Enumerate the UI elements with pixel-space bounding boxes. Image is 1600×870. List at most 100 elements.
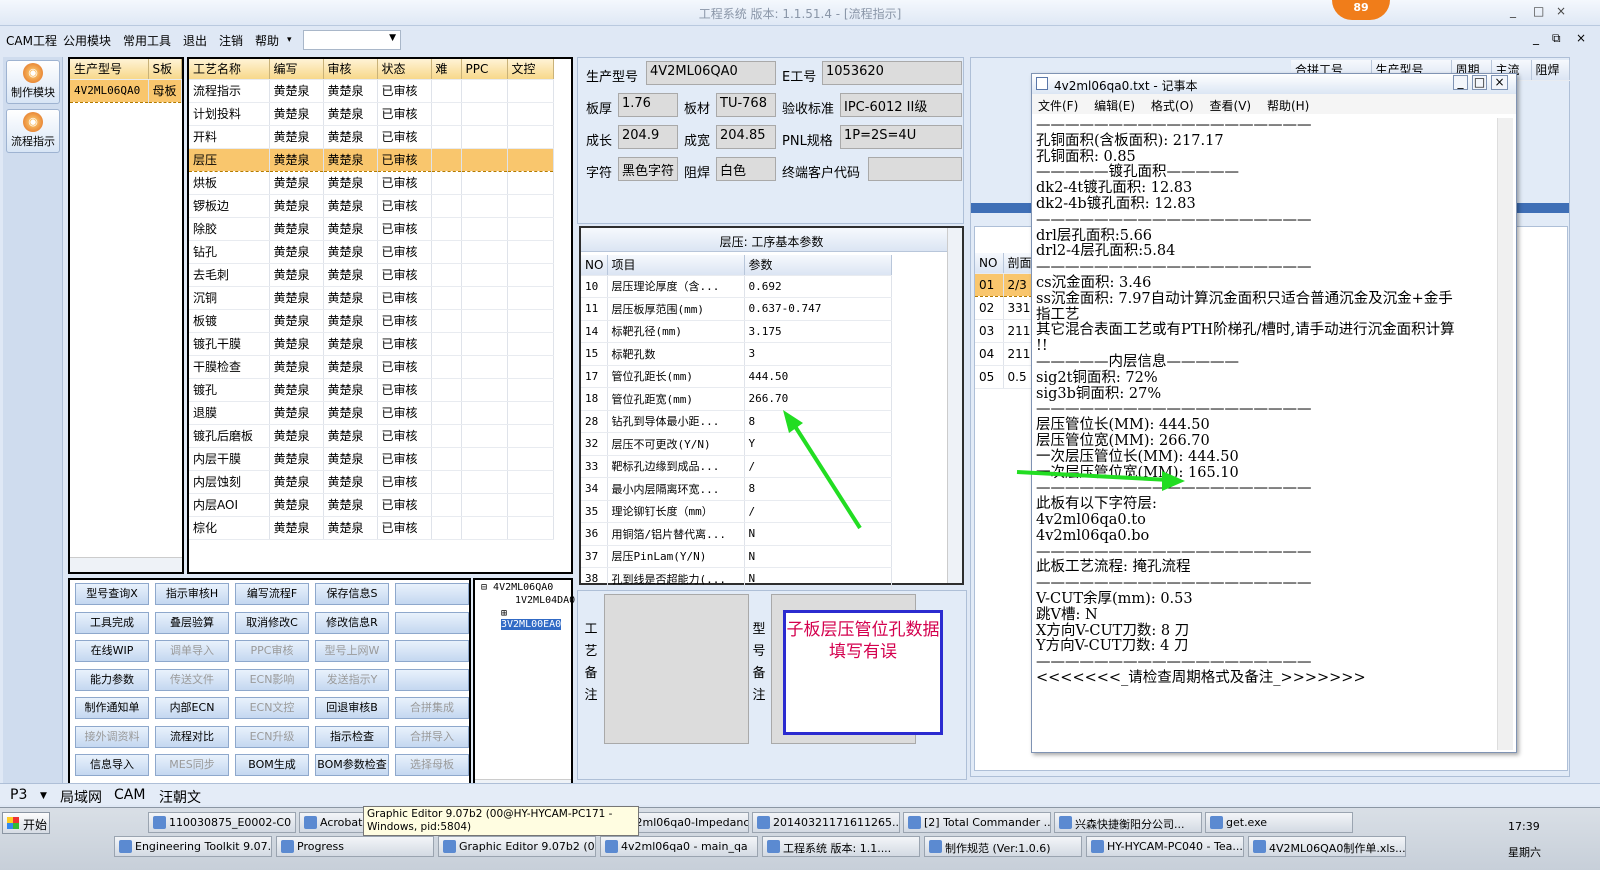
col-header[interactable]: 剖面: [1003, 253, 1033, 274]
table-row[interactable]: 34 最小内层隔离环宽... 8: [581, 477, 892, 501]
table-row[interactable]: 镀孔后磨板 黄楚泉 黄楚泉 已审核: [189, 424, 554, 448]
table-row[interactable]: 镀孔干膜 黄楚泉 黄楚泉 已审核: [189, 332, 554, 356]
table-row[interactable]: 01 2/3: [975, 272, 1033, 297]
taskbar-item[interactable]: get.exe: [1205, 812, 1353, 833]
col-header[interactable]: PPC: [461, 59, 508, 80]
vertical-scrollbar[interactable]: [1497, 118, 1513, 750]
menu-public[interactable]: 公用模块: [63, 32, 111, 49]
taskbar-item[interactable]: Engineering Toolkit 9.07...: [114, 836, 272, 857]
taskbar-item[interactable]: 工程系统 版本: 1.1....: [762, 836, 920, 857]
table-row[interactable]: 沉铜 黄楚泉 黄楚泉 已审核: [189, 286, 554, 310]
tree-node[interactable]: ⊞ 3V2ML00EA0: [501, 608, 571, 630]
mdi-close-button[interactable]: ×: [1576, 31, 1586, 45]
action-button[interactable]: [395, 611, 469, 634]
craft-note-field[interactable]: [604, 594, 749, 744]
menu-exit[interactable]: 退出: [183, 32, 207, 49]
minimize-button[interactable]: _: [1453, 75, 1468, 90]
menu-tools[interactable]: 常用工具: [123, 32, 171, 49]
table-row[interactable]: 4V2ML06QA0 母板: [70, 78, 182, 103]
col-header[interactable]: NO: [975, 253, 1004, 274]
width-field[interactable]: 204.85: [716, 125, 776, 149]
action-button[interactable]: [395, 640, 469, 662]
action-button[interactable]: 型号上网W: [315, 640, 389, 662]
taskbar-item[interactable]: 4v2ml06qa0 - main_qa: [600, 836, 758, 857]
action-button[interactable]: [395, 583, 469, 605]
table-row[interactable]: 04 211: [975, 342, 1033, 366]
col-header[interactable]: 工艺名称: [189, 59, 270, 80]
action-button[interactable]: 保存信息S: [315, 583, 389, 605]
col-header[interactable]: 项目: [607, 255, 745, 276]
length-field[interactable]: 204.9: [618, 125, 678, 149]
col-header[interactable]: 生产型号: [70, 59, 149, 80]
action-button[interactable]: 信息导入: [75, 754, 149, 776]
menu-edit[interactable]: 编辑(E): [1094, 99, 1135, 113]
mdi-minimize-button[interactable]: _: [1533, 31, 1539, 45]
col-header[interactable]: 编写: [269, 59, 324, 80]
table-row[interactable]: 开料 黄楚泉 黄楚泉 已审核: [189, 125, 554, 149]
pnl-field[interactable]: 1P=2S=4U: [840, 125, 962, 149]
table-row[interactable]: 干膜检查 黄楚泉 黄楚泉 已审核: [189, 355, 554, 379]
table-row[interactable]: 流程指示 黄楚泉 黄楚泉 已审核: [189, 79, 554, 103]
prod-model-field[interactable]: 4V2ML06QA0: [646, 61, 776, 85]
action-button[interactable]: 合拼集成: [395, 697, 469, 719]
action-button[interactable]: BOM生成: [235, 754, 309, 776]
table-row[interactable]: 锣板边 黄楚泉 黄楚泉 已审核: [189, 194, 554, 218]
taskbar-item[interactable]: 110030875_E0002-C0 ...: [148, 812, 296, 833]
module-select[interactable]: ▼: [303, 30, 401, 50]
col-header[interactable]: 阻焊: [1531, 60, 1570, 81]
table-row[interactable]: 36 用铜箔/铝片替代离... N: [581, 522, 892, 546]
menu-logout[interactable]: 注销: [219, 32, 243, 49]
taskbar-item[interactable]: 4V2ML06QA0制作单.xls...: [1248, 836, 1406, 857]
table-row[interactable]: 17 管位孔距长(mm) 444.50: [581, 365, 892, 388]
action-button[interactable]: 在线WIP: [75, 640, 149, 662]
taskbar-item[interactable]: 兴森快捷衡阳分公司...: [1054, 812, 1202, 833]
e-no-field[interactable]: 1053620: [822, 61, 962, 85]
material-field[interactable]: TU-768: [716, 93, 776, 117]
action-button[interactable]: 合拼导入: [395, 725, 469, 748]
menu-view[interactable]: 查看(V): [1210, 99, 1252, 113]
action-button[interactable]: 流程对比: [155, 725, 229, 748]
col-header[interactable]: NO: [581, 255, 608, 276]
nav-process-guide[interactable]: ◉ 流程指示: [6, 109, 60, 153]
menu-cam[interactable]: CAM工程: [6, 32, 57, 49]
menu-file[interactable]: 文件(F): [1038, 99, 1078, 113]
horizontal-scrollbar[interactable]: [70, 557, 182, 572]
table-row[interactable]: 18 管位孔距宽(mm) 266.70: [581, 387, 892, 411]
table-row[interactable]: 05 0.5: [975, 365, 1033, 389]
status-page[interactable]: P3: [10, 787, 27, 803]
table-row[interactable]: 烘板 黄楚泉 黄楚泉 已审核: [189, 171, 554, 195]
table-row[interactable]: 02 331: [975, 296, 1033, 320]
chevron-down-icon[interactable]: ▼: [40, 791, 47, 801]
maximize-button[interactable]: □: [1533, 4, 1544, 18]
action-button[interactable]: BOM参数检查: [315, 754, 389, 776]
action-button[interactable]: 编写流程F: [235, 583, 309, 605]
action-button[interactable]: ECN文控: [235, 697, 309, 719]
action-button[interactable]: 指示审核H: [155, 583, 229, 605]
action-button[interactable]: 工具完成: [75, 611, 149, 634]
table-row[interactable]: 层压 黄楚泉 黄楚泉 已审核: [189, 147, 554, 172]
table-row[interactable]: 28 钻孔到导体最小距... 8: [581, 410, 892, 433]
action-button[interactable]: 回退审核B: [315, 697, 389, 719]
col-header[interactable]: 审核: [323, 59, 378, 80]
action-button[interactable]: 取消修改C: [235, 611, 309, 634]
soldermask-field[interactable]: 白色: [716, 157, 776, 181]
table-row[interactable]: 37 层压PinLam(Y/N) N: [581, 545, 892, 568]
table-row[interactable]: 板镀 黄楚泉 黄楚泉 已审核: [189, 309, 554, 333]
close-button[interactable]: ×: [1491, 75, 1508, 90]
taskbar-item[interactable]: HY-HYCAM-PC040 - Tea...: [1086, 836, 1244, 857]
tree-node[interactable]: 1V2ML04DA0: [515, 595, 575, 606]
col-header[interactable]: 难: [431, 59, 462, 80]
vertical-scrollbar[interactable]: [947, 228, 962, 583]
table-row[interactable]: 15 标靶孔数 3: [581, 342, 892, 366]
menu-help[interactable]: 帮助: [255, 32, 279, 49]
table-row[interactable]: 10 层压理论厚度（含... 0.692: [581, 275, 892, 298]
action-button[interactable]: ECN升级: [235, 725, 309, 748]
table-row[interactable]: 35 理论铆钉长度（mm） /: [581, 500, 892, 523]
tree-root[interactable]: ⊟ 4V2ML06QA0: [481, 582, 553, 593]
table-row[interactable]: 内层干膜 黄楚泉 黄楚泉 已审核: [189, 447, 554, 471]
action-button[interactable]: PPC审核: [235, 640, 309, 662]
table-row[interactable]: 内层AOI 黄楚泉 黄楚泉 已审核: [189, 493, 554, 517]
action-button[interactable]: 内部ECN: [155, 697, 229, 719]
table-row[interactable]: 除胶 黄楚泉 黄楚泉 已审核: [189, 217, 554, 241]
action-button[interactable]: 能力参数: [75, 668, 149, 691]
